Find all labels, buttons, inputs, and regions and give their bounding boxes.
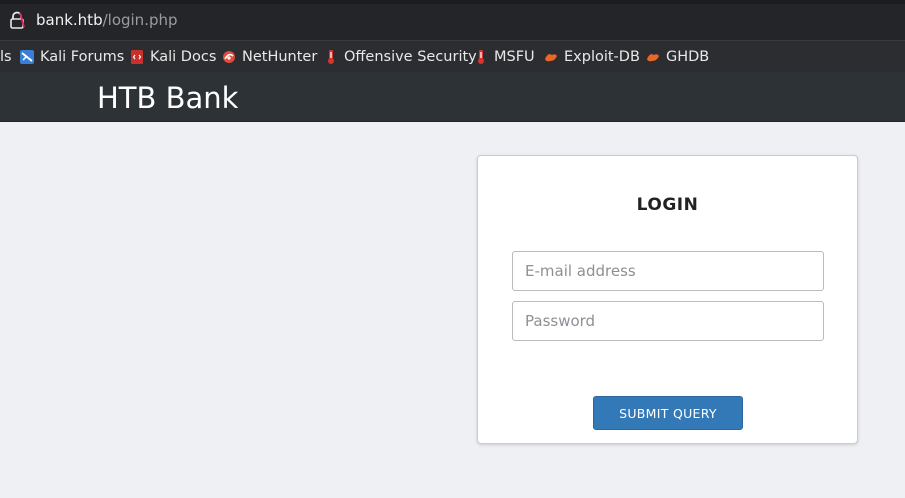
email-field[interactable] <box>512 251 824 291</box>
kali-forums-icon <box>20 50 34 64</box>
bookmark-kali-forums[interactable]: Kali Forums <box>20 41 124 73</box>
login-card: LOGIN SUBMIT QUERY <box>477 155 858 444</box>
exploit-db-icon <box>545 54 557 62</box>
bookmark-label: NetHunter <box>242 49 318 65</box>
bookmark-label: Kali Docs <box>150 49 217 65</box>
bookmark-label: Kali Forums <box>40 49 125 65</box>
bookmark-label: MSFU <box>494 49 535 65</box>
offsec-icon <box>328 50 334 64</box>
bookmark-label: Offensive Security <box>344 49 477 65</box>
bookmark-exploit-db[interactable]: Exploit-DB <box>544 41 640 73</box>
bookmark-label: ls <box>0 49 12 65</box>
lock-icon <box>10 11 25 29</box>
bookmark-offensive-security[interactable]: Offensive Security <box>324 41 477 73</box>
kali-docs-icon <box>131 50 143 64</box>
password-field[interactable] <box>512 301 824 341</box>
bookmark-ghdb[interactable]: GHDB <box>646 41 709 73</box>
bookmark-nethunter[interactable]: NetHunter <box>222 41 317 73</box>
bookmark-label: GHDB <box>666 49 710 65</box>
bookmark-kali-docs[interactable]: Kali Docs <box>130 41 216 73</box>
url-path: /login.php <box>102 11 178 29</box>
brand-title[interactable]: HTB Bank <box>97 80 238 116</box>
ghdb-icon <box>647 54 659 62</box>
nethunter-icon <box>223 51 235 63</box>
bookmark-label: Exploit-DB <box>564 49 640 65</box>
url-host: bank.htb <box>36 11 103 29</box>
window-edge <box>0 0 905 4</box>
bookmark-truncated[interactable]: ls <box>0 41 12 73</box>
address-bar[interactable]: bank.htb/login.php <box>0 0 905 40</box>
site-navbar: HTB Bank <box>0 72 905 122</box>
msfu-icon <box>478 50 484 64</box>
login-title: LOGIN <box>636 195 699 215</box>
submit-button[interactable]: SUBMIT QUERY <box>593 396 743 430</box>
bookmarks-bar: ls Kali Forums Kali Docs NetHunter Offen… <box>0 40 905 72</box>
url-text[interactable]: bank.htb/login.php <box>36 11 178 29</box>
bookmark-msfu[interactable]: MSFU <box>474 41 535 73</box>
